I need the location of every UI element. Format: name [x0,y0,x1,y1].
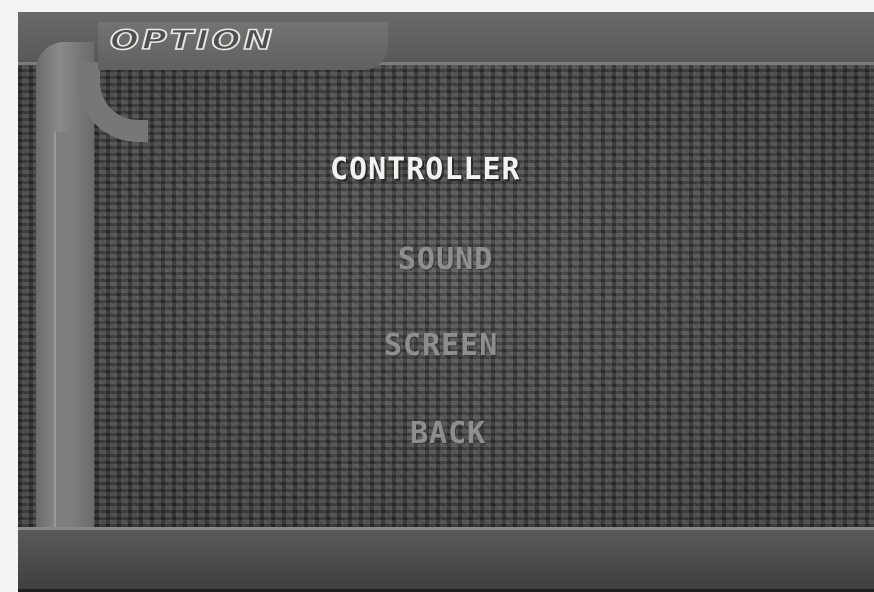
bottom-info-bar [18,527,874,592]
menu-item-screen[interactable]: SCREEN [384,328,498,363]
screen-title: OPTION [109,24,276,57]
left-frame-inner-rail [54,132,74,527]
menu-item-controller[interactable]: CONTROLLER [330,152,521,187]
game-screen: OPTION CONTROLLER SOUND SCREEN BACK [18,12,874,592]
menu-item-back[interactable]: BACK [410,416,486,451]
menu-item-sound[interactable]: SOUND [398,242,493,277]
